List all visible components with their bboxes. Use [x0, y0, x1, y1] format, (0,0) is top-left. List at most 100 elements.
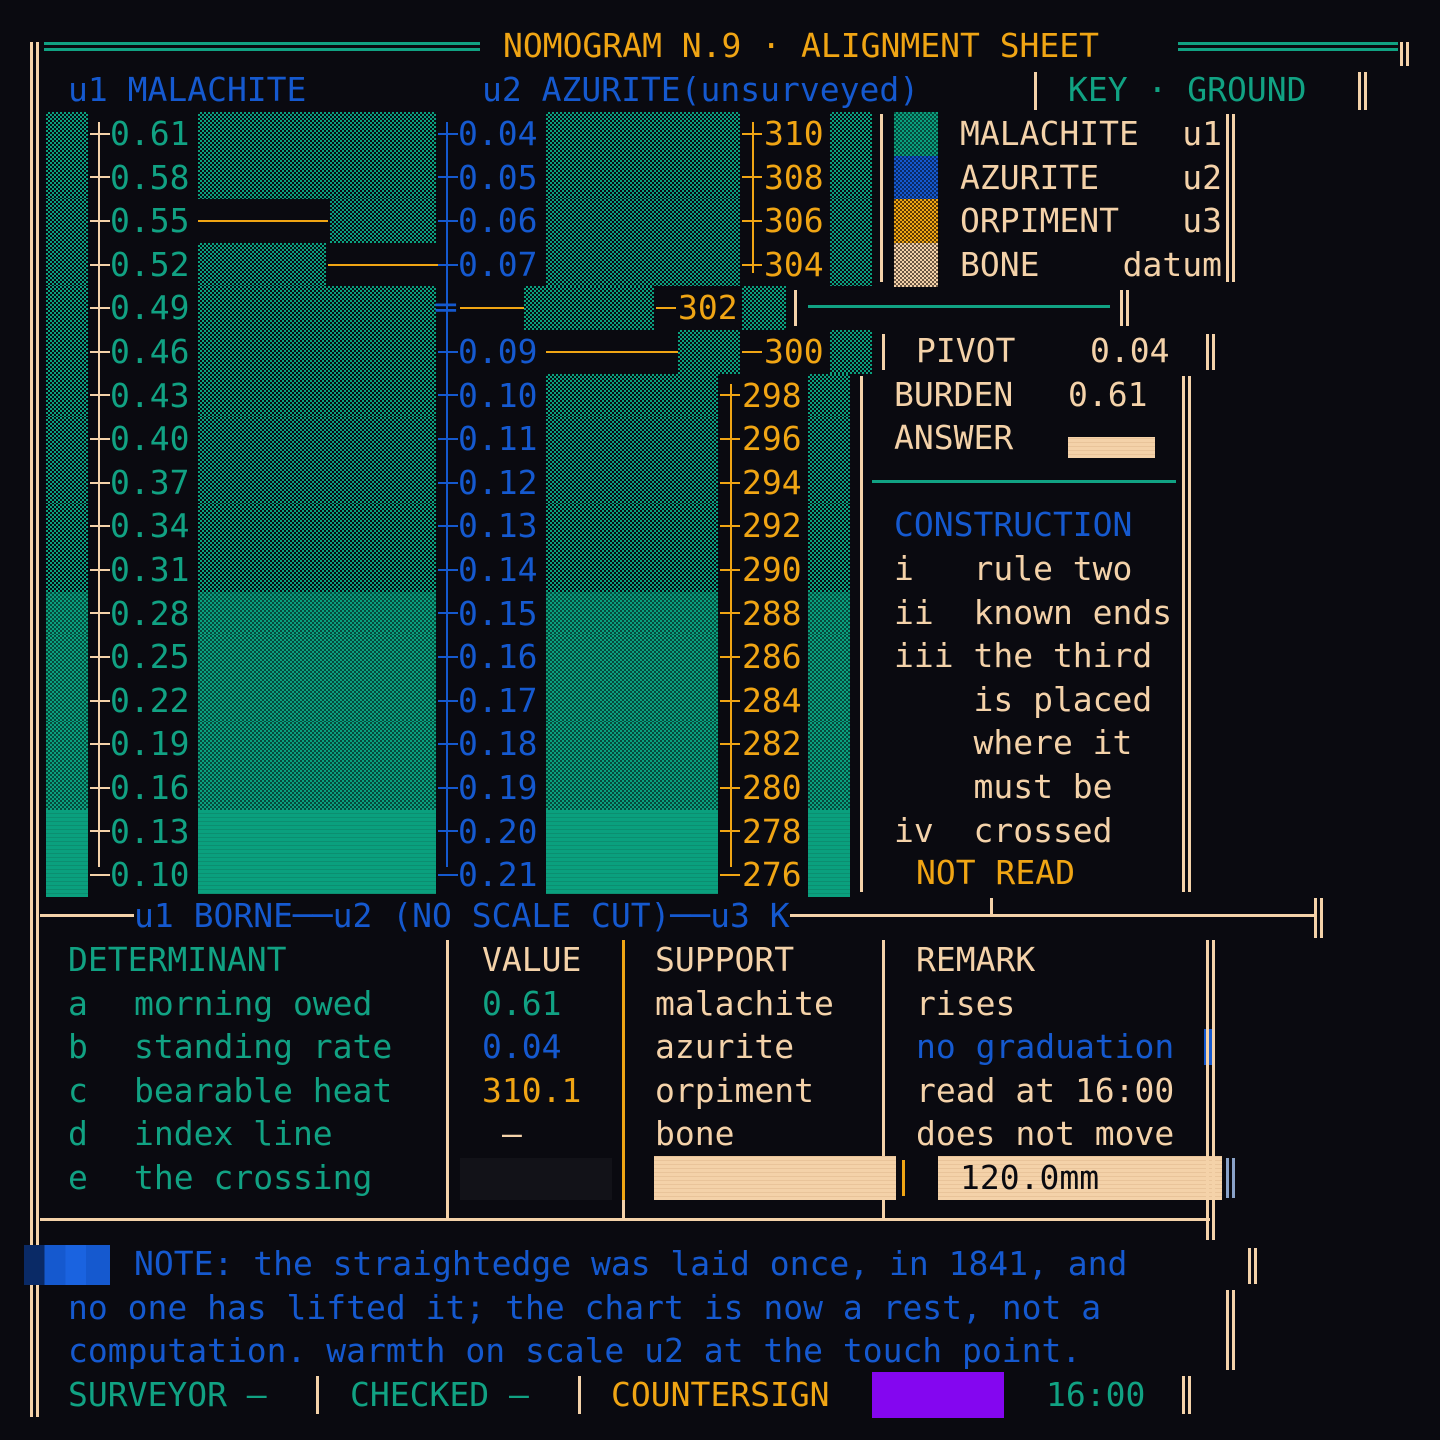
scale-band-u1	[46, 155, 88, 200]
key-swatch-orpiment	[894, 199, 938, 244]
u1-tick-mark	[90, 874, 110, 876]
u1-tick-mark	[90, 350, 110, 353]
countersign-signature-block[interactable]	[872, 1372, 1004, 1418]
u1-tick-label: 0.46	[110, 332, 190, 371]
row-name: standing rate	[134, 1027, 393, 1067]
crossing-support-redacted[interactable]	[654, 1156, 896, 1200]
u3-tick-label: 284	[742, 680, 802, 720]
u2-tick-label: 0.20	[458, 811, 538, 851]
pivot-value: 0.04	[1090, 331, 1170, 370]
crossing-remark: 120.0mm	[960, 1158, 1100, 1197]
u3-axis-lower	[730, 383, 732, 868]
scale-band-u1	[46, 286, 88, 330]
row-support: azurite	[655, 1027, 795, 1067]
u2-tick-mark	[438, 176, 458, 179]
u1-tick-label: 0.28	[110, 593, 190, 633]
u2-tick-mark	[438, 263, 458, 266]
row-support: bone	[655, 1114, 735, 1154]
u3-tick-label: 276	[742, 855, 802, 895]
scale-band-u4	[808, 766, 850, 810]
key-code: u1	[1182, 114, 1222, 153]
row-value: —	[502, 1114, 522, 1154]
scale-band-u2	[198, 548, 436, 592]
row-name: index line	[134, 1114, 333, 1154]
u3-tick-mark	[720, 874, 740, 876]
row-support: malachite	[655, 983, 834, 1023]
scale-band-u1	[46, 722, 88, 766]
row-remark: does not move	[916, 1114, 1175, 1154]
construction-step: must be	[894, 767, 1113, 806]
scale-band-u2	[198, 853, 436, 897]
key-right-rule	[1226, 114, 1229, 282]
scale-band-u2	[198, 504, 436, 548]
u2-tick-mark	[438, 786, 458, 789]
scale-band-u1	[46, 242, 88, 287]
construction-step: is placed	[894, 679, 1153, 719]
row-remark: read at 16:00	[916, 1070, 1175, 1110]
construction-status: NOT READ	[916, 853, 1075, 892]
row-value: 0.04	[482, 1027, 562, 1067]
u3-tick-mark	[742, 350, 762, 353]
scale-band-u4	[830, 242, 872, 287]
scale-band-u4	[742, 286, 786, 330]
footer-frame-r	[1182, 1376, 1185, 1414]
construction-left-rule	[860, 376, 863, 892]
u2-tick-mark	[438, 743, 458, 746]
index-line-seg-4	[546, 350, 678, 353]
scale-band-u4	[808, 678, 850, 723]
u1-tick-label: 0.22	[110, 680, 190, 720]
u1-tick-mark	[90, 438, 110, 440]
u2-tick-mark	[438, 874, 458, 876]
u3-tick-label: 294	[742, 462, 802, 502]
scale-band-u1	[46, 766, 88, 810]
key-left-rule	[880, 114, 883, 282]
row-name: morning owed	[134, 983, 373, 1023]
scale-band-u1	[46, 635, 88, 679]
readout-rule	[808, 305, 1110, 308]
col-divider-foot	[446, 1200, 449, 1220]
row-name: bearable heat	[134, 1070, 393, 1110]
row-key: e	[68, 1158, 88, 1197]
u3-tick-label: 300	[764, 332, 824, 371]
u2-tick-mark	[438, 830, 458, 833]
nomogram-chart: 0.61 0.58 0.55 0.52 0.49 0.46 0.43 0.40 0.37 0.34…	[0, 0, 1440, 900]
u2-tick-label: 0.16	[458, 637, 538, 677]
key-code: u2	[1182, 157, 1222, 197]
u3-tick-label: 282	[742, 724, 802, 764]
note-line-3: computation. warmth on scale u2 at the t…	[68, 1331, 1082, 1370]
u2-tick-mark	[438, 394, 458, 397]
u1-tick-mark	[90, 394, 110, 397]
u2-tick-mark	[438, 656, 458, 658]
u3-tick-label: 290	[742, 550, 802, 589]
surveyor-label: SURVEYOR —	[68, 1375, 267, 1414]
scale-band-u2	[198, 460, 436, 505]
col-divider	[622, 1156, 625, 1200]
pivot-right-rule	[1206, 334, 1209, 370]
u3-tick-label: 286	[742, 637, 802, 677]
u3-axis-upper	[752, 122, 754, 273]
answer-redacted-bar	[1068, 437, 1155, 458]
crossing-frame-2	[1232, 1158, 1235, 1198]
u1-tick-label: 0.19	[110, 724, 190, 764]
scale-band-u1	[46, 373, 88, 418]
u2-tick-label: 0.06	[458, 201, 538, 241]
index-line-seg-2	[328, 263, 438, 266]
u2-tick-mark	[438, 220, 458, 222]
scale-band-u4	[808, 548, 850, 592]
u2-tick-mark	[438, 612, 458, 615]
scale-band-u2	[198, 722, 436, 766]
u2-tick-mark	[438, 132, 458, 135]
u2-tick-label: 0.13	[458, 506, 538, 546]
u2-tick-label: 0.17	[458, 680, 538, 720]
scale-band-u1	[46, 504, 88, 548]
u2-tick-mark	[438, 350, 458, 353]
row-key: a	[68, 983, 88, 1023]
u1-tick-label: 0.34	[110, 506, 190, 546]
scale-band-u3	[546, 112, 740, 156]
readout-frame-2	[1126, 290, 1129, 326]
u3-tick-label: 310	[764, 114, 824, 153]
u1-tick-label: 0.31	[110, 550, 190, 589]
crossing-value-blank[interactable]	[460, 1158, 612, 1200]
col-divider-foot	[622, 1200, 625, 1220]
scale-band-u2	[198, 809, 436, 854]
